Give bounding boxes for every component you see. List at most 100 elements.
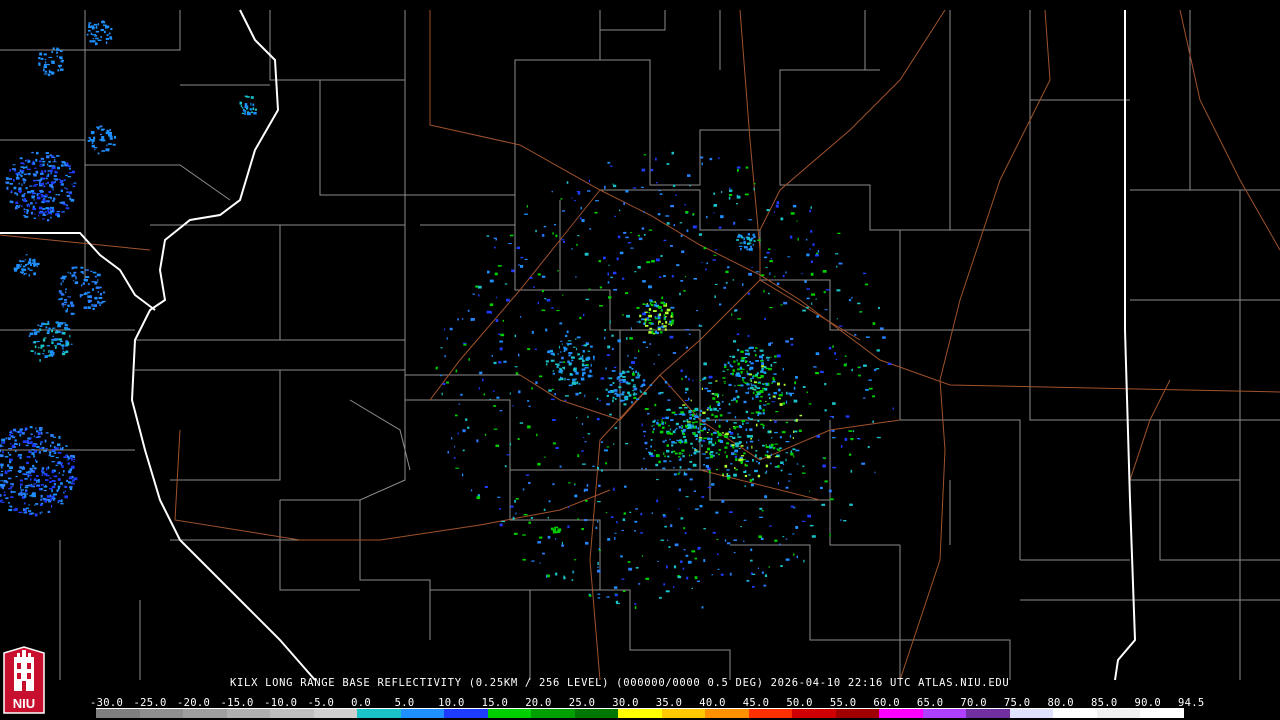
echo-pixel — [574, 200, 576, 202]
echo-pixel — [244, 95, 248, 97]
echo-pixel — [660, 539, 665, 541]
echo-pixel — [91, 40, 96, 43]
echo-pixel — [711, 413, 714, 416]
echo-pixel — [646, 319, 649, 321]
echo-pixel — [101, 136, 105, 139]
echo-pixel — [667, 399, 671, 401]
echo-pixel — [643, 154, 647, 156]
echo-pixel — [36, 196, 41, 200]
echo-pixel — [20, 265, 22, 268]
echo-pixel — [70, 191, 72, 194]
echo-pixel — [72, 475, 74, 478]
echo-pixel — [649, 384, 653, 386]
echo-pixel — [35, 503, 39, 505]
echo-pixel — [725, 282, 728, 284]
echo-pixel — [43, 337, 47, 339]
echo-pixel — [736, 395, 740, 399]
echo-pixel — [749, 428, 753, 431]
echo-pixel — [451, 437, 453, 440]
echo-pixel — [828, 489, 832, 493]
echo-pixel — [801, 520, 806, 522]
echo-pixel — [733, 397, 736, 401]
echo-pixel — [38, 346, 40, 349]
echo-pixel — [763, 584, 767, 587]
echo-pixel — [582, 371, 586, 375]
echo-pixel — [559, 322, 563, 325]
echo-pixel — [750, 238, 753, 240]
echo-pixel — [709, 408, 713, 411]
echo-pixel — [771, 401, 776, 403]
echo-pixel — [23, 182, 26, 184]
echo-pixel — [760, 537, 764, 540]
echo-pixel — [665, 320, 668, 324]
echo-pixel — [654, 317, 658, 320]
echo-pixel — [753, 235, 756, 238]
echo-pixel — [83, 279, 87, 281]
echo-pixel — [560, 198, 563, 200]
echo-pixel — [810, 272, 814, 276]
echo-pixel — [575, 276, 577, 278]
echo-pixel — [1, 438, 6, 442]
echo-pixel — [692, 379, 694, 382]
echo-pixel — [752, 585, 755, 588]
echo-pixel — [94, 275, 97, 278]
echo-pixel — [51, 461, 55, 463]
echo-pixel — [520, 256, 524, 259]
echo-pixel — [576, 336, 581, 339]
echo-pixel — [672, 430, 676, 434]
echo-pixel — [613, 288, 618, 291]
echo-pixel — [13, 169, 17, 172]
county-line — [280, 369, 406, 501]
echo-pixel — [843, 520, 847, 522]
echo-pixel — [751, 266, 753, 269]
echo-pixel — [106, 34, 109, 37]
echo-pixel — [713, 204, 717, 207]
echo-pixel — [30, 350, 34, 352]
echo-pixel — [660, 309, 663, 312]
echo-pixel — [678, 407, 683, 409]
echo-pixel — [0, 480, 4, 482]
echo-pixel — [95, 30, 100, 33]
echo-pixel — [515, 512, 517, 515]
echo-pixel — [761, 571, 764, 574]
echo-pixel — [766, 251, 770, 254]
echo-pixel — [761, 357, 763, 361]
echo-pixel — [744, 485, 746, 487]
echo-pixel — [83, 292, 88, 295]
echo-pixel — [90, 131, 95, 134]
echo-pixel — [561, 343, 563, 345]
echo-pixel — [2, 487, 4, 490]
echo-pixel — [648, 285, 652, 289]
echo-pixel — [656, 499, 659, 503]
echo-pixel — [783, 301, 788, 305]
echo-pixel — [756, 372, 759, 374]
echo-pixel — [34, 345, 37, 349]
echo-pixel — [21, 272, 23, 274]
echo-pixel — [44, 170, 47, 173]
echo-pixel — [703, 362, 707, 366]
echo-pixel — [783, 383, 786, 386]
echo-pixel — [509, 443, 512, 446]
echo-pixel — [14, 439, 17, 442]
echo-pixel — [705, 451, 708, 453]
echo-pixel — [727, 412, 732, 414]
echo-pixel — [658, 320, 661, 322]
echo-pixel — [666, 163, 670, 165]
echo-pixel — [722, 394, 724, 396]
echo-pixel — [670, 245, 673, 247]
echo-pixel — [585, 298, 589, 300]
echo-pixel — [583, 344, 588, 347]
echo-pixel — [750, 559, 753, 562]
echo-pixel — [99, 133, 102, 136]
echo-pixel — [760, 274, 765, 277]
echo-pixel — [45, 326, 48, 329]
echo-pixel — [748, 272, 752, 276]
echo-pixel — [764, 472, 767, 474]
echo-pixel — [882, 336, 886, 339]
echo-pixel — [3, 494, 6, 497]
echo-pixel — [655, 157, 657, 161]
echo-pixel — [764, 387, 768, 391]
echo-pixel — [61, 302, 65, 306]
echo-pixel — [13, 267, 18, 271]
echo-pixel — [527, 348, 531, 351]
